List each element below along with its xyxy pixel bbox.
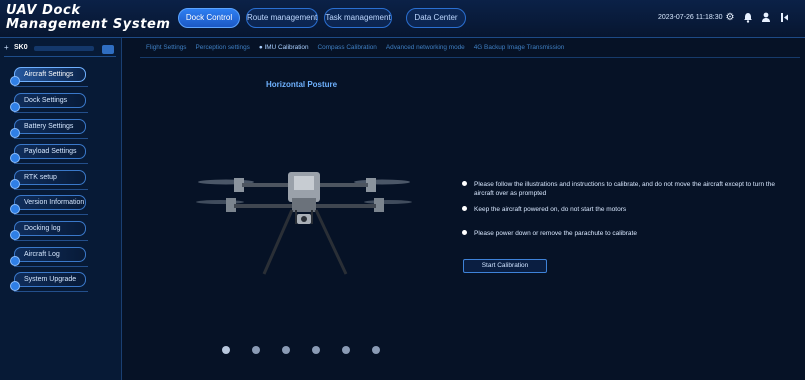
top-header: UAV Dock Management System Dock Control … [0, 0, 805, 38]
dock-id-redacted [34, 46, 94, 51]
nav-route-management[interactable]: Route management [246, 8, 318, 28]
instruction-item: Please power down or remove the parachut… [462, 229, 782, 238]
sidebar-item-version-information[interactable]: Version Information [14, 195, 86, 210]
instruction-item: Keep the aircraft powered on, do not sta… [462, 205, 782, 214]
bell-icon[interactable] [742, 12, 754, 24]
section-title: Horizontal Posture [266, 80, 338, 89]
tab-advanced-networking[interactable]: Advanced networking mode [386, 44, 465, 51]
tab-perception-settings[interactable]: Perception settings [196, 44, 250, 51]
menu-dot-icon [10, 153, 20, 163]
settings-subtabs: Flight Settings Perception settings ● IM… [146, 44, 564, 51]
divider [14, 163, 88, 164]
logout-icon[interactable] [779, 12, 791, 24]
carousel-dot[interactable] [252, 346, 260, 354]
divider [14, 266, 88, 267]
start-calibration-button[interactable]: Start Calibration [463, 259, 547, 273]
expand-icon: + [4, 43, 9, 52]
carousel-indicator [222, 346, 380, 354]
carousel-dot[interactable] [372, 346, 380, 354]
divider [140, 57, 800, 58]
menu-dot-icon [10, 256, 20, 266]
divider [14, 291, 88, 292]
nav-data-center[interactable]: Data Center [406, 8, 466, 28]
dock-toggle[interactable] [102, 45, 114, 54]
divider [14, 112, 88, 113]
app-title: UAV Dock Management System [6, 3, 171, 32]
sidebar-item-docking-log[interactable]: Docking log [14, 221, 86, 236]
carousel-dot[interactable] [282, 346, 290, 354]
main-nav: Dock Control Route management Task manag… [178, 8, 466, 28]
dock-selector[interactable]: + SK0 [4, 43, 116, 57]
carousel-dot[interactable] [222, 346, 230, 354]
user-icon[interactable] [760, 12, 772, 24]
drone-illustration [196, 172, 412, 275]
nav-task-management[interactable]: Task management [324, 8, 392, 28]
bullet-icon [462, 181, 467, 186]
tab-flight-settings[interactable]: Flight Settings [146, 44, 187, 51]
sidebar-item-dock-settings[interactable]: Dock Settings [14, 93, 86, 108]
tab-imu-calibration-label: IMU Calibration [264, 44, 309, 51]
divider [14, 86, 88, 87]
menu-dot-icon [10, 76, 20, 86]
divider [14, 240, 88, 241]
tab-imu-calibration[interactable]: ● IMU Calibration [259, 44, 309, 51]
sidebar-item-aircraft-settings[interactable]: Aircraft Settings [14, 67, 86, 82]
sidebar-item-rtk-setup[interactable]: RTK setup [14, 170, 86, 185]
menu-dot-icon [10, 179, 20, 189]
sidebar-item-payload-settings[interactable]: Payload Settings [14, 144, 86, 159]
sidebar-item-aircraft-log[interactable]: Aircraft Log [14, 247, 86, 262]
menu-dot-icon [10, 230, 20, 240]
menu-dot-icon [10, 204, 20, 214]
sidebar-item-system-upgrade[interactable]: System Upgrade [14, 272, 86, 287]
carousel-dot[interactable] [342, 346, 350, 354]
divider [14, 138, 88, 139]
menu-dot-icon [10, 102, 20, 112]
tab-compass-calibration[interactable]: Compass Calibration [318, 44, 377, 51]
nav-dock-control[interactable]: Dock Control [178, 8, 240, 28]
menu-dot-icon [10, 128, 20, 138]
sidebar-item-battery-settings[interactable]: Battery Settings [14, 119, 86, 134]
bullet-icon [462, 230, 467, 235]
tab-4g-backup[interactable]: 4G Backup Image Transmission [474, 44, 565, 51]
dock-name: SK0 [14, 44, 28, 51]
menu-dot-icon [10, 281, 20, 291]
datetime: 2023-07-26 11:18:30 [658, 14, 723, 21]
bullet-icon [462, 206, 467, 211]
divider [14, 214, 88, 215]
carousel-dot[interactable] [312, 346, 320, 354]
divider [14, 189, 88, 190]
gear-icon[interactable]: ⚙ [724, 12, 736, 24]
instruction-item: Please follow the illustrations and inst… [462, 180, 782, 198]
